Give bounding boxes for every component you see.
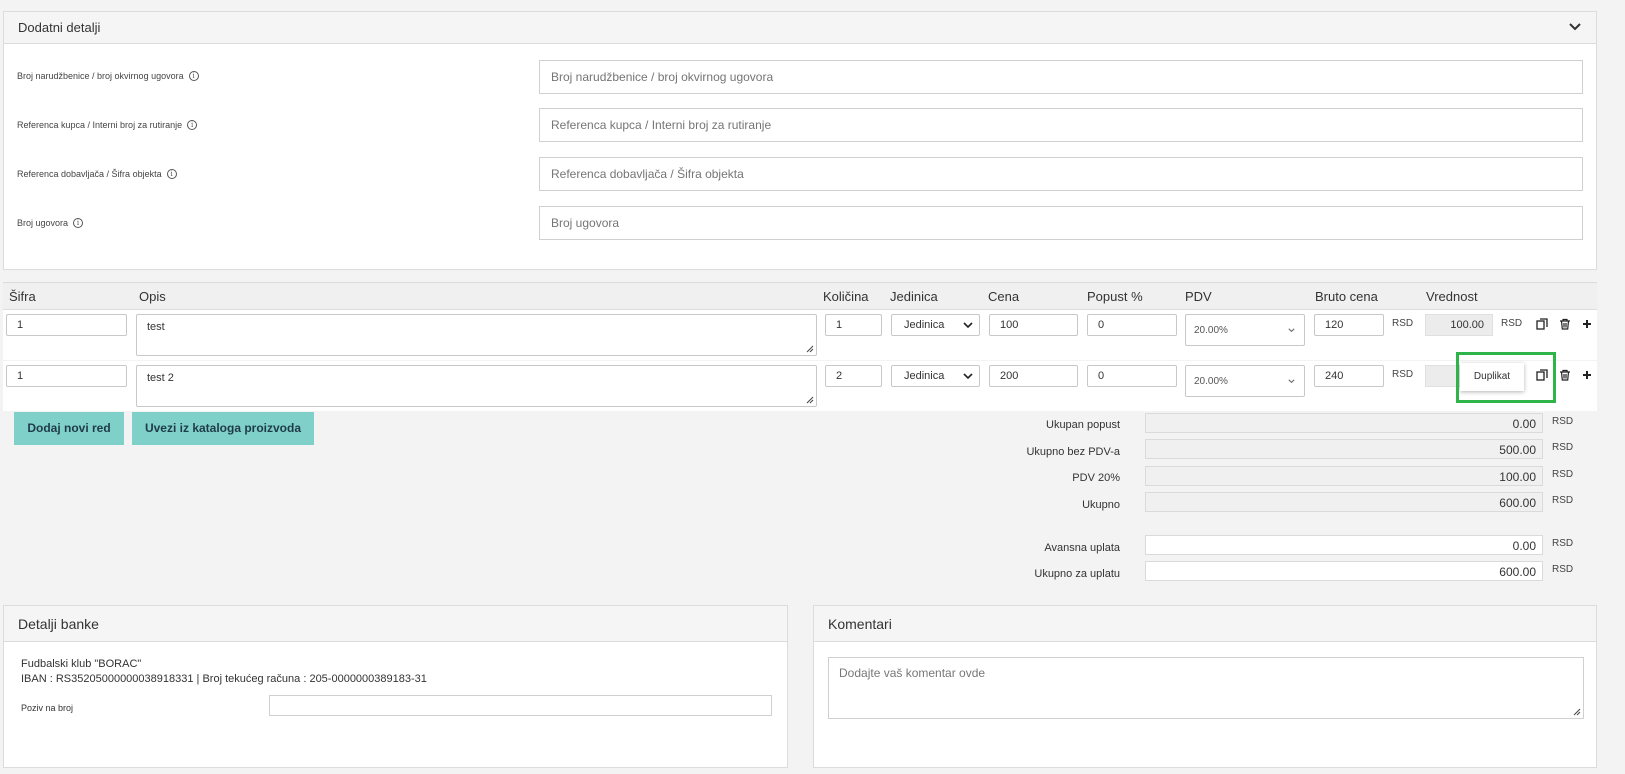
header-kolicina: Količina — [823, 289, 869, 304]
sifra-input[interactable] — [6, 314, 127, 336]
header-bruto: Bruto cena — [1315, 289, 1378, 304]
header-jedinica: Jedinica — [890, 289, 938, 304]
total-discount-currency: RSD — [1552, 416, 1574, 427]
bruto-input[interactable] — [1314, 365, 1384, 387]
total-no-vat-value: 500.00 — [1145, 439, 1543, 459]
plus-icon[interactable] — [1581, 369, 1593, 381]
additional-details-title: Dodatni detalji — [18, 20, 101, 35]
header-vrednost: Vrednost — [1426, 289, 1478, 304]
header-cena: Cena — [988, 289, 1020, 304]
info-icon[interactable]: i — [166, 169, 177, 179]
resize-grip-icon[interactable] — [806, 345, 814, 353]
total-discount-value: 0.00 — [1145, 413, 1543, 433]
cena-input[interactable] — [989, 365, 1078, 387]
info-icon[interactable]: i — [187, 120, 198, 130]
bank-account-name: Fudbalski klub "BORAC" — [21, 658, 142, 670]
chevron-down-icon[interactable] — [1568, 20, 1582, 34]
info-icon[interactable]: i — [73, 218, 84, 228]
comments-title: Komentari — [828, 616, 892, 632]
additional-details-header[interactable]: Dodatni detalji — [4, 12, 1596, 44]
bruto-currency: RSD — [1392, 318, 1414, 329]
plus-icon[interactable] — [1581, 318, 1593, 330]
copy-icon[interactable] — [1536, 318, 1548, 330]
resize-grip-icon[interactable] — [1573, 708, 1581, 716]
trash-icon[interactable] — [1559, 369, 1571, 381]
opis-textarea[interactable]: test — [136, 314, 817, 356]
popust-input[interactable] — [1087, 365, 1177, 387]
add-row-button[interactable]: Dodaj novi red — [14, 412, 124, 445]
total-value: 600.00 — [1145, 492, 1543, 512]
header-popust: Popust % — [1087, 289, 1143, 304]
advance-payment-input[interactable]: 0.00 — [1145, 535, 1543, 555]
vat-currency: RSD — [1552, 469, 1574, 480]
vrednost-currency: RSD — [1501, 318, 1523, 329]
info-icon[interactable]: i — [188, 71, 199, 81]
amount-due-value: 600.00 — [1145, 561, 1543, 581]
sifra-input[interactable] — [6, 365, 127, 387]
order-number-input[interactable] — [539, 60, 1583, 94]
jedinica-select[interactable]: Jedinica — [891, 314, 980, 336]
total-no-vat-currency: RSD — [1552, 442, 1574, 453]
vat-value: 100.00 — [1145, 466, 1543, 486]
kolicina-input[interactable] — [825, 314, 882, 336]
comments-header: Komentari — [814, 606, 1596, 642]
cena-input[interactable] — [989, 314, 1078, 336]
advance-payment-label: Avansna uplata — [1044, 542, 1120, 554]
popust-input[interactable] — [1087, 314, 1177, 336]
order-number-label: Broj narudžbenice / broj okvirnog ugovor… — [17, 71, 199, 81]
trash-icon[interactable] — [1559, 318, 1571, 330]
total-currency: RSD — [1552, 495, 1574, 506]
pdv-value: 20.00% — [1194, 376, 1228, 387]
kolicina-input[interactable] — [825, 365, 882, 387]
total-no-vat-label: Ukupno bez PDV-a — [1026, 446, 1120, 458]
reference-number-input[interactable] — [269, 695, 772, 716]
bank-iban-line: IBAN : RS35205000000038918331 | Broj tek… — [21, 673, 427, 685]
total-discount-label: Ukupan popust — [1046, 419, 1120, 431]
chevron-down-icon — [963, 322, 973, 329]
vrednost-value: 100.00 — [1425, 314, 1493, 336]
comments-panel: Komentari Dodajte vaš komentar ovde — [813, 605, 1597, 768]
bank-details-title: Detalji banke — [18, 616, 99, 632]
opis-text: test — [147, 321, 165, 333]
pdv-value: 20.00% — [1194, 325, 1228, 336]
bank-details-header: Detalji banke — [4, 606, 787, 642]
comment-textarea[interactable]: Dodajte vaš komentar ovde — [828, 657, 1584, 719]
resize-grip-icon[interactable] — [806, 396, 814, 404]
supplier-reference-input[interactable] — [539, 157, 1583, 191]
amount-due-currency: RSD — [1552, 564, 1574, 575]
jedinica-select[interactable]: Jedinica — [891, 365, 980, 387]
comment-placeholder: Dodajte vaš komentar ovde — [839, 666, 986, 680]
highlight-box — [1456, 352, 1556, 403]
supplier-reference-label: Referenca dobavljača / Šifra objekta i — [17, 169, 177, 179]
opis-text: test 2 — [147, 372, 174, 384]
pdv-select[interactable]: 20.00% — [1185, 365, 1305, 397]
customer-reference-input[interactable] — [539, 108, 1583, 142]
contract-number-input[interactable] — [539, 206, 1583, 240]
bruto-currency: RSD — [1392, 369, 1414, 380]
jedinica-value: Jedinica — [904, 319, 945, 331]
pdv-select[interactable]: 20.00% — [1185, 314, 1305, 346]
reference-number-label: Poziv na broj — [21, 703, 74, 713]
opis-textarea[interactable]: test 2 — [136, 365, 817, 407]
chevron-down-icon — [1288, 379, 1295, 384]
amount-due-label: Ukupno za uplatu — [1034, 568, 1120, 580]
chevron-down-icon — [963, 373, 973, 380]
header-pdv: PDV — [1185, 289, 1212, 304]
header-sifra: Šifra — [9, 289, 36, 304]
vat-label: PDV 20% — [1072, 472, 1120, 484]
advance-payment-currency: RSD — [1552, 538, 1574, 549]
header-opis: Opis — [139, 289, 166, 304]
customer-reference-label: Referenca kupca / Interni broj za rutira… — [17, 120, 198, 130]
total-label: Ukupno — [1082, 499, 1120, 511]
bank-details-panel: Detalji banke Fudbalski klub "BORAC" IBA… — [3, 605, 788, 768]
chevron-down-icon — [1288, 328, 1295, 333]
jedinica-value: Jedinica — [904, 370, 945, 382]
contract-number-label: Broj ugovora i — [17, 218, 84, 228]
import-catalog-button[interactable]: Uvezi iz kataloga proizvoda — [132, 412, 314, 445]
bruto-input[interactable] — [1314, 314, 1384, 336]
